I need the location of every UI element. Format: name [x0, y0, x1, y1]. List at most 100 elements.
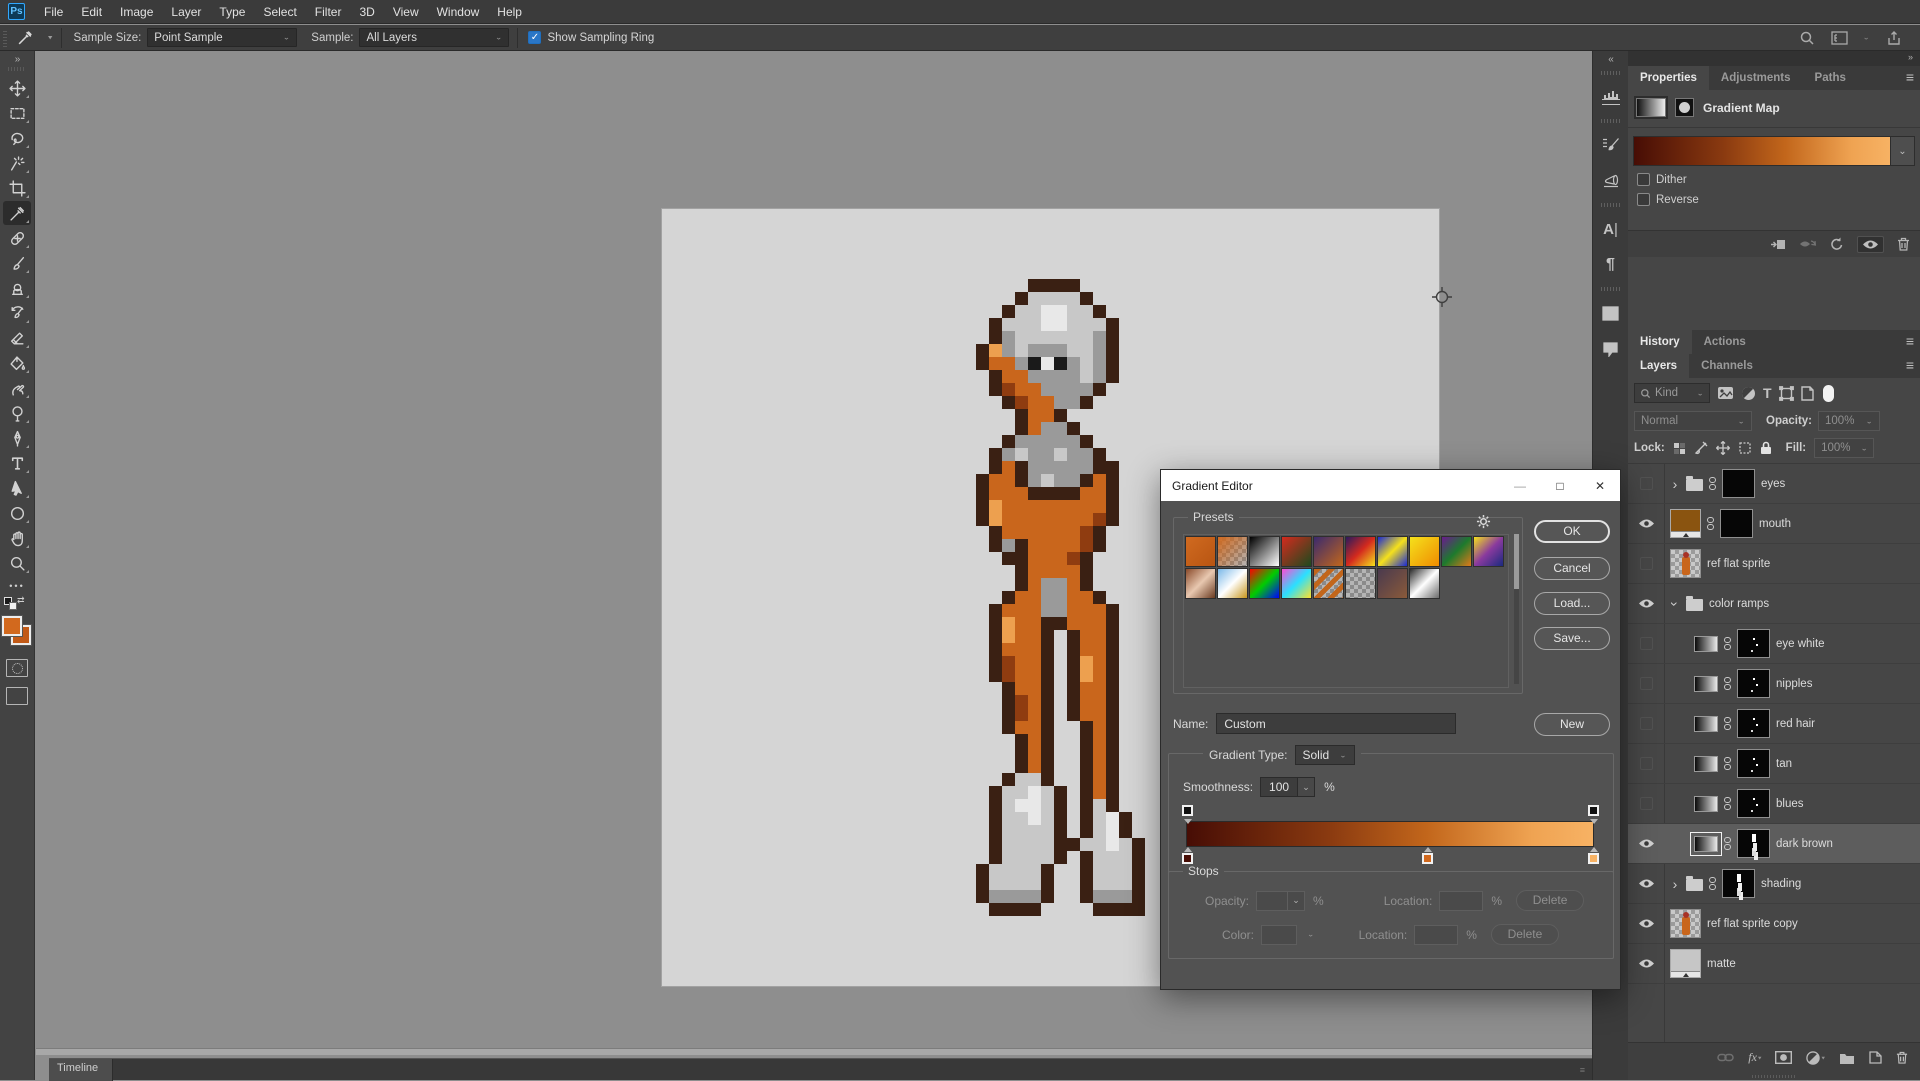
- layer-mask-thumbnail[interactable]: [1720, 509, 1753, 538]
- fill-dropdown[interactable]: 100%⌄: [1814, 438, 1874, 458]
- gradient-map-thumbnail[interactable]: [1636, 98, 1666, 117]
- menu-3d[interactable]: 3D: [350, 0, 383, 24]
- eraser-tool[interactable]: [3, 326, 31, 350]
- preset-red-green[interactable]: [1281, 536, 1312, 567]
- layer-thumbnail[interactable]: [1670, 549, 1701, 578]
- sample-size-dropdown[interactable]: Point Sample⌄: [147, 28, 297, 47]
- menu-help[interactable]: Help: [488, 0, 531, 24]
- lock-transparency-icon[interactable]: [1673, 442, 1686, 455]
- layer-visibility-toggle[interactable]: [1628, 958, 1664, 969]
- layer-row-color-ramps[interactable]: ›color ramps: [1628, 584, 1920, 624]
- fill-thumbnail[interactable]: [1670, 949, 1701, 978]
- brush-presets-icon[interactable]: [1596, 166, 1626, 196]
- layer-row-ref-flat-sprite[interactable]: ref flat sprite: [1628, 544, 1920, 584]
- preset-violet-green-orange[interactable]: [1441, 536, 1472, 567]
- new-layer-icon[interactable]: [1869, 1051, 1882, 1064]
- gradient-preview-control[interactable]: ⌄: [1633, 136, 1915, 166]
- preset-transparent[interactable]: [1345, 568, 1376, 599]
- preset-yellow-violet-blue[interactable]: [1473, 536, 1504, 567]
- layer-mask-thumbnail[interactable]: [1722, 469, 1755, 498]
- pen-tool[interactable]: [3, 426, 31, 450]
- layer-visibility-toggle[interactable]: [1628, 637, 1664, 650]
- layer-mask-thumbnail[interactable]: [1737, 749, 1770, 778]
- menu-select[interactable]: Select: [254, 0, 305, 24]
- tab-actions[interactable]: Actions: [1692, 330, 1758, 354]
- layer-visibility-toggle[interactable]: [1628, 918, 1664, 929]
- dialog-titlebar[interactable]: Gradient Editor — □ ✕: [1161, 470, 1620, 501]
- presets-scrollbar[interactable]: [1514, 534, 1519, 684]
- clip-to-layer-icon[interactable]: [1770, 238, 1786, 251]
- minimize-icon[interactable]: —: [1500, 479, 1540, 493]
- smart-object-filter-icon[interactable]: [1801, 386, 1814, 401]
- tab-history[interactable]: History: [1628, 330, 1692, 354]
- gradient-thumbnail[interactable]: [1694, 756, 1718, 772]
- lock-all-icon[interactable]: [1760, 441, 1772, 455]
- properties-menu-icon[interactable]: ≡: [1906, 69, 1914, 85]
- layer-thumbnail[interactable]: [1670, 909, 1701, 938]
- timeline-grip[interactable]: ≡: [1580, 1059, 1586, 1080]
- history-menu-icon[interactable]: ≡: [1906, 333, 1914, 349]
- layer-row-blues[interactable]: blues: [1628, 784, 1920, 824]
- marquee-tool[interactable]: [3, 101, 31, 125]
- blend-mode-dropdown[interactable]: Normal⌄: [1634, 411, 1752, 431]
- clone-stamp-tool[interactable]: [3, 276, 31, 300]
- foreground-color-swatch[interactable]: [2, 616, 22, 636]
- preset-spectrum[interactable]: [1249, 568, 1280, 599]
- group-chevron-icon[interactable]: ›: [1667, 599, 1683, 609]
- preset-yellow-orange[interactable]: [1409, 536, 1440, 567]
- new-group-icon[interactable]: [1839, 1052, 1855, 1064]
- preset-black-white[interactable]: [1249, 536, 1280, 567]
- tab-channels[interactable]: Channels: [1689, 354, 1765, 378]
- preset-blue-red-yellow[interactable]: [1345, 536, 1376, 567]
- menu-view[interactable]: View: [384, 0, 428, 24]
- gradient-thumbnail[interactable]: [1694, 796, 1718, 812]
- timeline-tab[interactable]: Timeline: [49, 1059, 113, 1081]
- layer-row-mouth[interactable]: mouth: [1628, 504, 1920, 544]
- layer-row-eye-white[interactable]: eye white: [1628, 624, 1920, 664]
- default-background-swatch[interactable]: [9, 602, 17, 610]
- search-icon[interactable]: [1799, 30, 1815, 46]
- layer-visibility-toggle[interactable]: [1628, 878, 1664, 889]
- type-tool[interactable]: [3, 451, 31, 475]
- smudge-tool[interactable]: [3, 376, 31, 400]
- horizontal-scrollbar[interactable]: [36, 1048, 1592, 1055]
- preset-orange-to-transparent[interactable]: [1217, 536, 1248, 567]
- gradient-name-input[interactable]: Custom: [1216, 713, 1456, 734]
- ok-button[interactable]: OK: [1534, 520, 1610, 543]
- paint-bucket-tool[interactable]: [3, 351, 31, 375]
- close-icon[interactable]: ✕: [1580, 479, 1620, 493]
- layer-visibility-toggle[interactable]: [1628, 677, 1664, 690]
- menu-type[interactable]: Type: [210, 0, 254, 24]
- layer-row-red-hair[interactable]: red hair: [1628, 704, 1920, 744]
- preset-chrome-blue-gold[interactable]: [1217, 568, 1248, 599]
- character-icon[interactable]: A|: [1596, 214, 1626, 244]
- delete-layer-icon[interactable]: [1896, 1051, 1908, 1064]
- properties-collapse-icon[interactable]: »: [1628, 51, 1920, 66]
- reverse-checkbox[interactable]: ✓: [1637, 193, 1650, 206]
- ellipse-tool[interactable]: [3, 501, 31, 525]
- menu-edit[interactable]: Edit: [72, 0, 111, 24]
- cancel-button[interactable]: Cancel: [1534, 557, 1610, 580]
- edit-toolbar-icon[interactable]: •••: [9, 581, 24, 591]
- layer-row-dark-brown[interactable]: dark brown: [1628, 824, 1920, 864]
- preset-orange-stripes-transparent[interactable]: [1313, 568, 1344, 599]
- delete-icon[interactable]: [1897, 237, 1910, 251]
- color-location-field[interactable]: [1414, 925, 1458, 945]
- gradient-map-mask-icon[interactable]: [1675, 98, 1694, 117]
- save-button[interactable]: Save...: [1534, 627, 1610, 650]
- layer-row-tan[interactable]: tan: [1628, 744, 1920, 784]
- dodge-tool[interactable]: [3, 401, 31, 425]
- layer-row-ref-flat-sprite-copy[interactable]: ref flat sprite copy: [1628, 904, 1920, 944]
- type-filter-icon[interactable]: T: [1763, 385, 1772, 401]
- layer-mask-thumbnail[interactable]: [1737, 709, 1770, 738]
- preset-rainbow-transparent[interactable]: [1281, 568, 1312, 599]
- delete-color-stop-button[interactable]: Delete: [1491, 924, 1559, 945]
- hand-tool[interactable]: [3, 526, 31, 550]
- quick-mask-icon[interactable]: [6, 659, 28, 677]
- healing-brush-tool[interactable]: [3, 226, 31, 250]
- smoothness-dropdown[interactable]: 100⌄: [1260, 777, 1315, 797]
- stop-color-swatch[interactable]: [1261, 925, 1297, 945]
- layer-row-eyes[interactable]: ›eyes: [1628, 464, 1920, 504]
- sample-dropdown[interactable]: All Layers⌄: [359, 28, 509, 47]
- gradient-thumbnail[interactable]: [1694, 836, 1718, 852]
